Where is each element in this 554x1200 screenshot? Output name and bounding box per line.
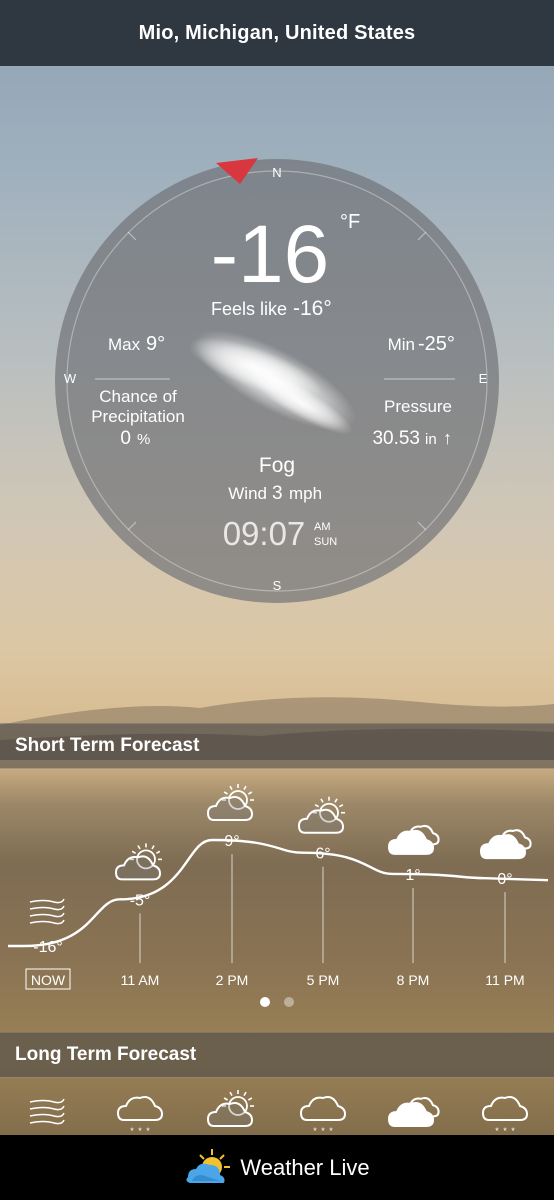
page-indicator[interactable] bbox=[0, 992, 554, 1012]
forecast-temp: 9° bbox=[224, 833, 239, 850]
forecast-time: 5 PM bbox=[307, 972, 340, 988]
short-term-header: Short Term Forecast bbox=[0, 723, 554, 769]
current-temperature: -16 bbox=[211, 209, 330, 300]
time-day: SUN bbox=[314, 536, 337, 548]
partly-cloudy-icon bbox=[206, 1090, 254, 1127]
forecast-temp: -16° bbox=[33, 939, 63, 956]
page-dot-active[interactable] bbox=[260, 997, 270, 1007]
temperature-unit: °F bbox=[340, 211, 360, 233]
compass-e: E bbox=[479, 371, 488, 386]
forecast-temp: 6° bbox=[315, 846, 330, 863]
max-label: Max bbox=[108, 335, 141, 354]
pressure-value: 30.53 bbox=[372, 428, 420, 449]
condition: Fog bbox=[259, 454, 295, 477]
snow-icon: * * * bbox=[299, 1096, 347, 1136]
precip-unit: % bbox=[137, 431, 150, 448]
time-ampm: AM bbox=[314, 521, 331, 533]
min-label: Min bbox=[388, 335, 415, 354]
pressure-label: Pressure bbox=[384, 397, 452, 416]
wind-icon bbox=[29, 1098, 65, 1125]
pressure-unit: in bbox=[425, 431, 437, 448]
feels-like-label: Feels like bbox=[211, 299, 287, 319]
partly-cloudy-icon bbox=[114, 843, 162, 881]
long-term-forecast[interactable]: * * * * * * * * * bbox=[0, 1088, 554, 1136]
brand-name: Weather Live bbox=[240, 1154, 370, 1180]
cloudy-icon bbox=[479, 829, 532, 860]
pressure-trend-icon: ↑ bbox=[443, 428, 452, 448]
precip-value: 0 bbox=[120, 428, 131, 449]
compass-n: N bbox=[272, 165, 281, 180]
precip-label-2: Precipitation bbox=[91, 407, 185, 426]
forecast-time: 11 PM bbox=[485, 972, 524, 988]
temperature-line bbox=[8, 838, 549, 948]
weather-dial: N S E W -16 °F Feels like -16° Max 9° Mi… bbox=[55, 158, 499, 603]
short-term-title: Short Term Forecast bbox=[15, 735, 200, 756]
wind-unit: mph bbox=[289, 484, 322, 503]
min-value: -25° bbox=[418, 333, 455, 355]
partly-cloudy-icon bbox=[206, 784, 254, 821]
long-term-title: Long Term Forecast bbox=[15, 1044, 197, 1065]
current-time: 09:07 bbox=[223, 515, 306, 552]
forecast-time: 11 AM bbox=[121, 972, 160, 988]
wind-value: 3 bbox=[272, 483, 283, 504]
cloudy-icon bbox=[387, 824, 440, 855]
forecast-time: 2 PM bbox=[216, 972, 249, 988]
page-dot[interactable] bbox=[284, 997, 294, 1007]
wind-icon bbox=[29, 898, 65, 925]
app-footer: Weather Live bbox=[0, 1135, 554, 1200]
forecast-time: NOW bbox=[31, 972, 66, 988]
snow-icon: * * * bbox=[481, 1096, 529, 1136]
forecast-temp: 1° bbox=[405, 867, 420, 884]
wind-label: Wind bbox=[228, 484, 267, 503]
forecast-temp: 0° bbox=[497, 871, 512, 888]
compass-w: W bbox=[64, 371, 77, 386]
feels-like-value: -16° bbox=[293, 297, 332, 320]
max-value: 9° bbox=[146, 333, 165, 355]
partly-cloudy-icon bbox=[297, 796, 345, 834]
precip-label-1: Chance of bbox=[99, 387, 177, 406]
forecast-temp: -5° bbox=[130, 892, 151, 909]
short-term-forecast[interactable]: -16° NOW -5° 11 AM 9° 2 PM 6° 5 PM 1° 8 PM 0° 11 PM bbox=[0, 768, 554, 993]
cloudy-icon bbox=[387, 1097, 440, 1127]
forecast-time: 8 PM bbox=[397, 972, 430, 988]
compass-s: S bbox=[273, 578, 282, 593]
long-term-header: Long Term Forecast bbox=[0, 1032, 554, 1078]
snow-icon: * * * bbox=[116, 1096, 164, 1136]
weather-live-logo-icon bbox=[186, 1148, 231, 1183]
